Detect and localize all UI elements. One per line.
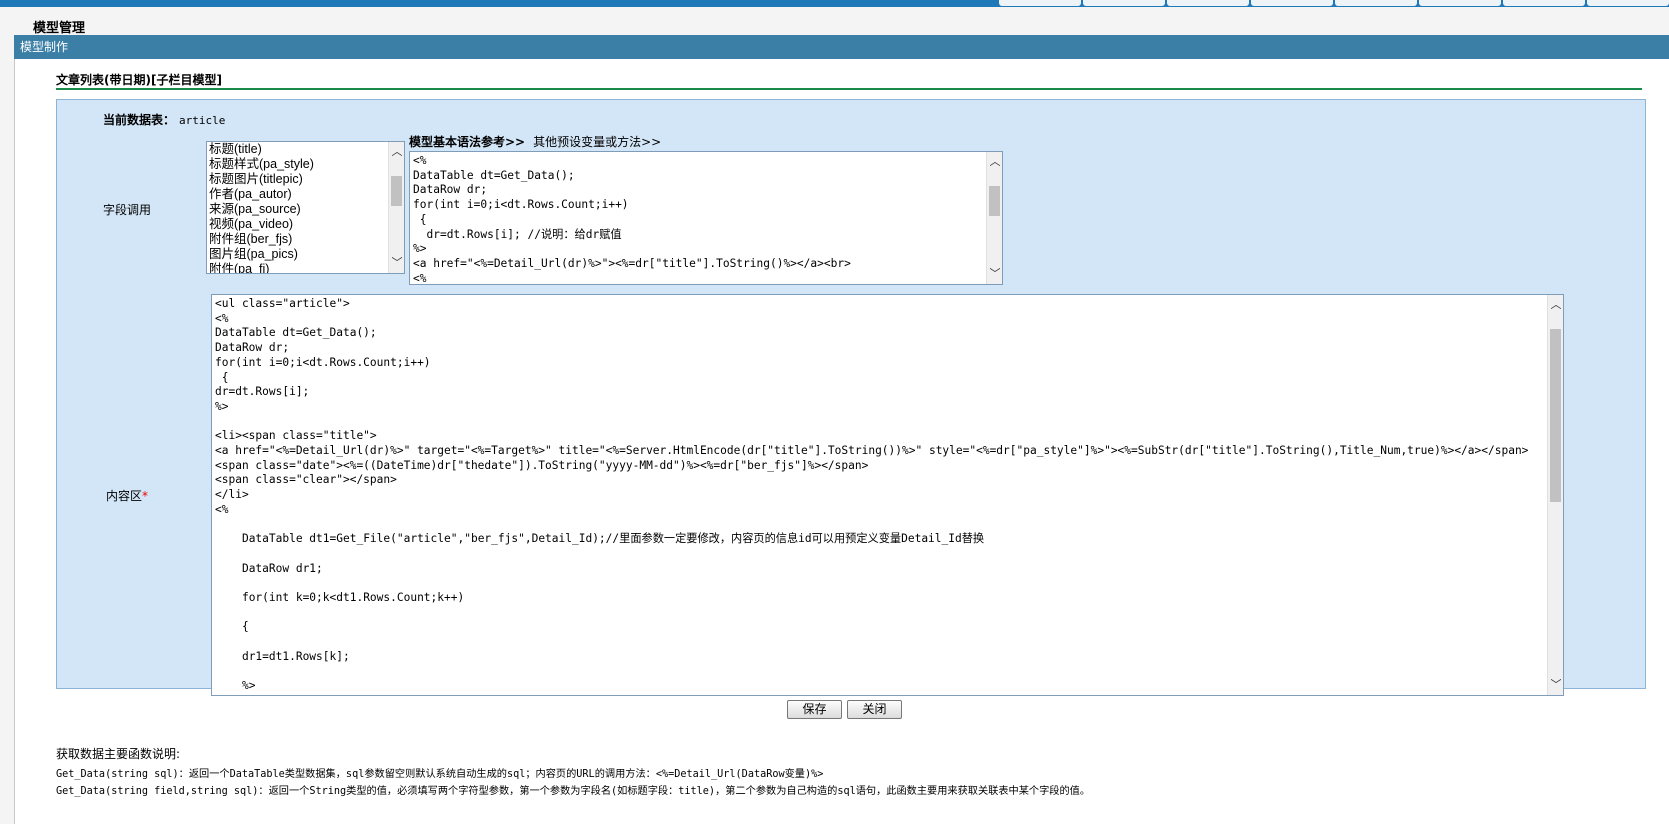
syntax-reference-code[interactable]: <% DataTable dt=Get_Data(); DataRow dr; … bbox=[410, 152, 1002, 284]
scroll-up-icon[interactable]: ︿ bbox=[987, 154, 1002, 170]
top-nav-tab[interactable] bbox=[1503, 0, 1585, 6]
field-option[interactable]: 视频(pa_video) bbox=[207, 217, 404, 232]
page-title: 模型管理 bbox=[33, 21, 86, 36]
notes-line: Get_Data(string sql)：返回一个DataTable类型数据集，… bbox=[56, 769, 824, 780]
syntax-scrollbar[interactable]: ︿ ﹀ bbox=[986, 152, 1002, 284]
field-call-label: 字段调用 bbox=[103, 203, 152, 217]
other-vars-link[interactable]: 其他预设变量或方法>> bbox=[533, 135, 661, 149]
content-label-text: 内容区 bbox=[106, 489, 143, 503]
field-option[interactable]: 标题样式(pa_style) bbox=[207, 157, 404, 172]
scroll-up-icon[interactable]: ︿ bbox=[389, 144, 404, 160]
scroll-up-icon[interactable]: ︿ bbox=[1548, 297, 1563, 313]
field-option[interactable]: 标题(title) bbox=[207, 142, 404, 157]
scroll-thumb[interactable] bbox=[989, 186, 1000, 216]
scroll-down-icon[interactable]: ﹀ bbox=[389, 255, 404, 271]
required-mark: * bbox=[142, 489, 149, 503]
close-button[interactable]: 关闭 bbox=[847, 700, 902, 719]
field-listbox[interactable]: 标题(title) 标题样式(pa_style) 标题图片(titlepic) … bbox=[206, 141, 405, 274]
content-scrollbar[interactable]: ︿ ﹀ bbox=[1547, 295, 1563, 695]
field-listbox-scrollbar[interactable]: ︿ ﹀ bbox=[388, 142, 404, 273]
syntax-reference-link[interactable]: 模型基本语法参考>> bbox=[409, 135, 525, 149]
scroll-thumb[interactable] bbox=[1550, 329, 1561, 502]
model-title: 文章列表(带日期)[子栏目模型] bbox=[56, 73, 222, 87]
top-nav-tab[interactable] bbox=[1335, 0, 1417, 6]
top-nav-tab[interactable] bbox=[1419, 0, 1501, 6]
current-table-label: 当前数据表： bbox=[103, 113, 176, 127]
top-nav-tab[interactable] bbox=[1167, 0, 1249, 6]
title-divider bbox=[56, 88, 1642, 90]
scroll-down-icon[interactable]: ﹀ bbox=[1548, 677, 1563, 693]
field-option[interactable]: 附件组(ber_fjs) bbox=[207, 232, 404, 247]
field-option[interactable]: 图片组(pa_pics) bbox=[207, 247, 404, 262]
field-option[interactable]: 附件(pa_fj) bbox=[207, 262, 404, 273]
top-nav-tab[interactable] bbox=[1083, 0, 1165, 6]
save-button[interactable]: 保存 bbox=[787, 700, 842, 719]
field-option[interactable]: 标题图片(titlepic) bbox=[207, 172, 404, 187]
notes-heading: 获取数据主要函数说明: bbox=[56, 747, 181, 761]
content-code[interactable]: <ul class="article"> <% DataTable dt=Get… bbox=[212, 295, 1563, 694]
top-nav-tab[interactable] bbox=[999, 0, 1081, 6]
field-option[interactable]: 来源(pa_source) bbox=[207, 202, 404, 217]
top-nav-tab[interactable] bbox=[1251, 0, 1333, 6]
top-nav-tabs bbox=[997, 0, 1669, 7]
content-textarea[interactable]: <ul class="article"> <% DataTable dt=Get… bbox=[211, 294, 1564, 696]
scroll-down-icon[interactable]: ﹀ bbox=[987, 266, 1002, 282]
current-table: 当前数据表： article bbox=[103, 111, 225, 128]
top-bar bbox=[0, 0, 1669, 7]
notes-line: Get_Data(string field,string sql)：返回一个St… bbox=[56, 786, 1091, 797]
top-nav-tab[interactable] bbox=[1587, 0, 1669, 6]
syntax-reference-textarea[interactable]: <% DataTable dt=Get_Data(); DataRow dr; … bbox=[409, 151, 1003, 285]
content-area-label: 内容区* bbox=[106, 487, 148, 504]
scroll-thumb[interactable] bbox=[391, 176, 402, 206]
function-notes: 获取数据主要函数说明: Get_Data(string sql)：返回一个Dat… bbox=[56, 745, 1090, 800]
current-table-value: article bbox=[179, 114, 226, 127]
section-header: 模型制作 bbox=[14, 35, 1669, 59]
field-option[interactable]: 作者(pa_autor) bbox=[207, 187, 404, 202]
syntax-links: 模型基本语法参考>> 其他预设变量或方法>> bbox=[409, 133, 661, 150]
